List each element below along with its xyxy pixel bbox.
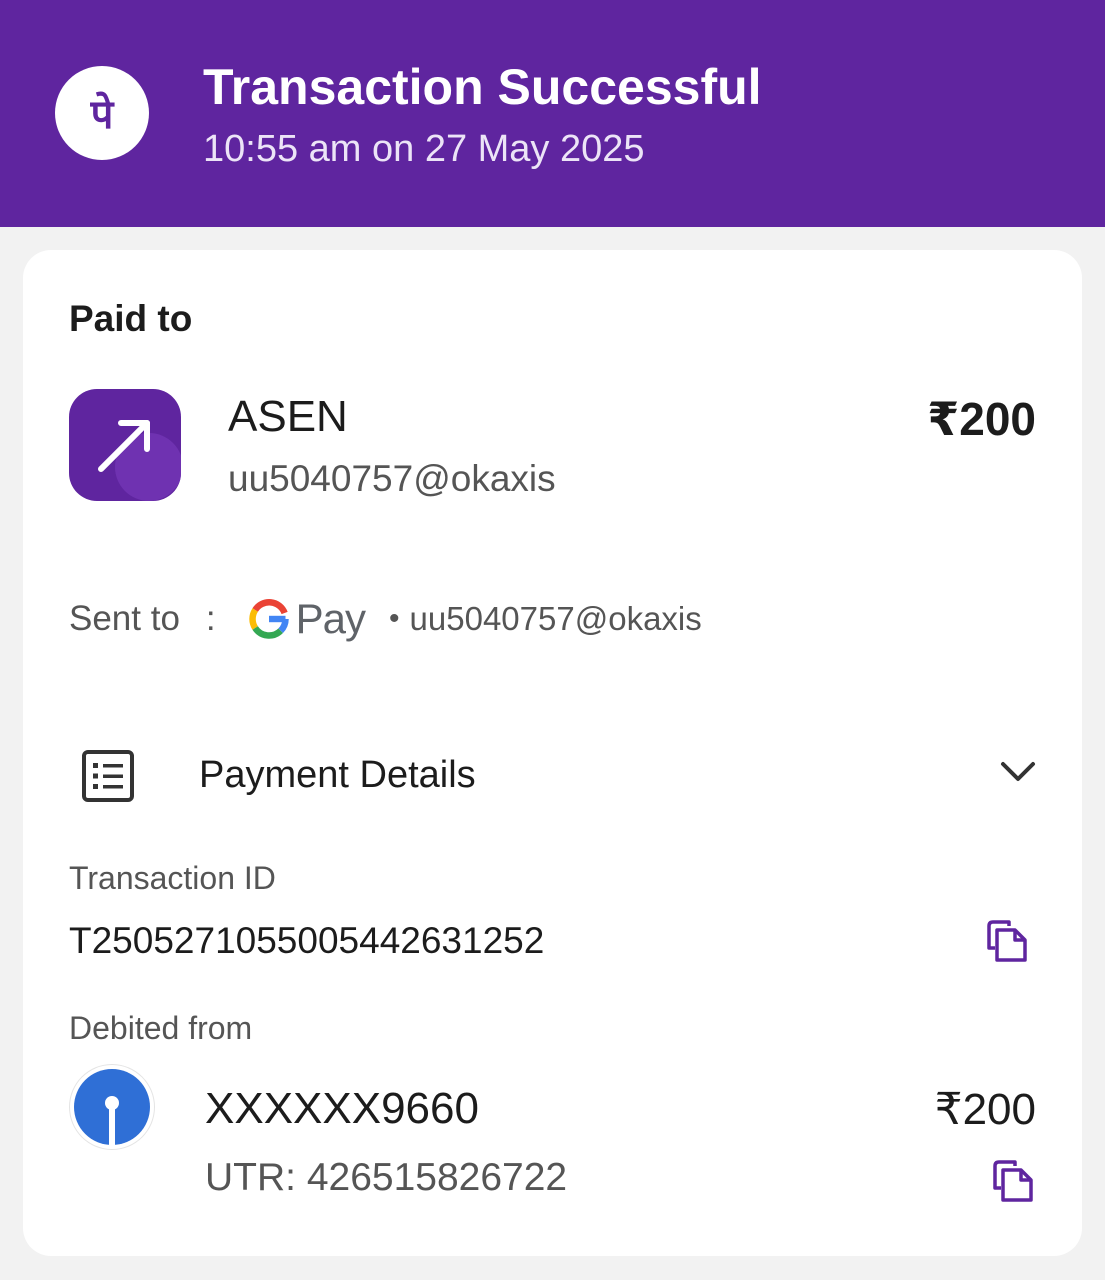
payee-name: ASEN <box>228 392 348 441</box>
debited-amount: ₹200 <box>934 1085 1036 1134</box>
bullet-separator: • <box>389 602 400 635</box>
google-g-icon <box>248 599 289 639</box>
copy-icon[interactable] <box>985 918 1029 964</box>
transaction-id-label: Transaction ID <box>69 860 276 896</box>
payment-details-toggle[interactable]: Payment Details <box>81 748 1036 806</box>
page-title: Transaction Successful <box>203 59 762 115</box>
sent-to-label: Sent to <box>69 599 180 638</box>
debited-from-label: Debited from <box>69 1010 253 1046</box>
google-pay-logo: Pay <box>248 595 366 643</box>
copy-utr-icon[interactable] <box>991 1158 1035 1204</box>
phonepe-logo-icon: पे <box>55 66 149 160</box>
receipt-list-icon <box>82 750 134 802</box>
sent-to-upi-id: uu5040757@okaxis <box>409 600 702 637</box>
transaction-card: Paid to ASEN uu5040757@okaxis ₹200 Sent … <box>23 250 1082 1256</box>
transaction-timestamp: 10:55 am on 27 May 2025 <box>203 128 645 170</box>
logo-glyph: पे <box>90 91 115 138</box>
arrow-up-right-icon <box>69 389 181 501</box>
paid-to-label: Paid to <box>69 298 193 339</box>
paid-amount: ₹200 <box>927 393 1036 445</box>
header-bar: पे Transaction Successful 10:55 am on 27… <box>0 0 1105 227</box>
google-pay-label: Pay <box>295 595 366 642</box>
transaction-id-value: T2505271055005442631252 <box>69 920 545 961</box>
utr-number: UTR: 426515826722 <box>205 1156 568 1199</box>
payment-details-label: Payment Details <box>199 754 476 796</box>
sent-to-row: Sent to : Pay • uu5040757@okaxis <box>69 594 702 644</box>
debited-account-number: XXXXXX9660 <box>205 1084 479 1133</box>
chevron-down-icon[interactable] <box>1000 760 1036 784</box>
sbi-bank-logo-icon <box>70 1065 154 1149</box>
sent-to-separator: : <box>205 599 216 638</box>
payee-upi-id: uu5040757@okaxis <box>228 458 556 499</box>
